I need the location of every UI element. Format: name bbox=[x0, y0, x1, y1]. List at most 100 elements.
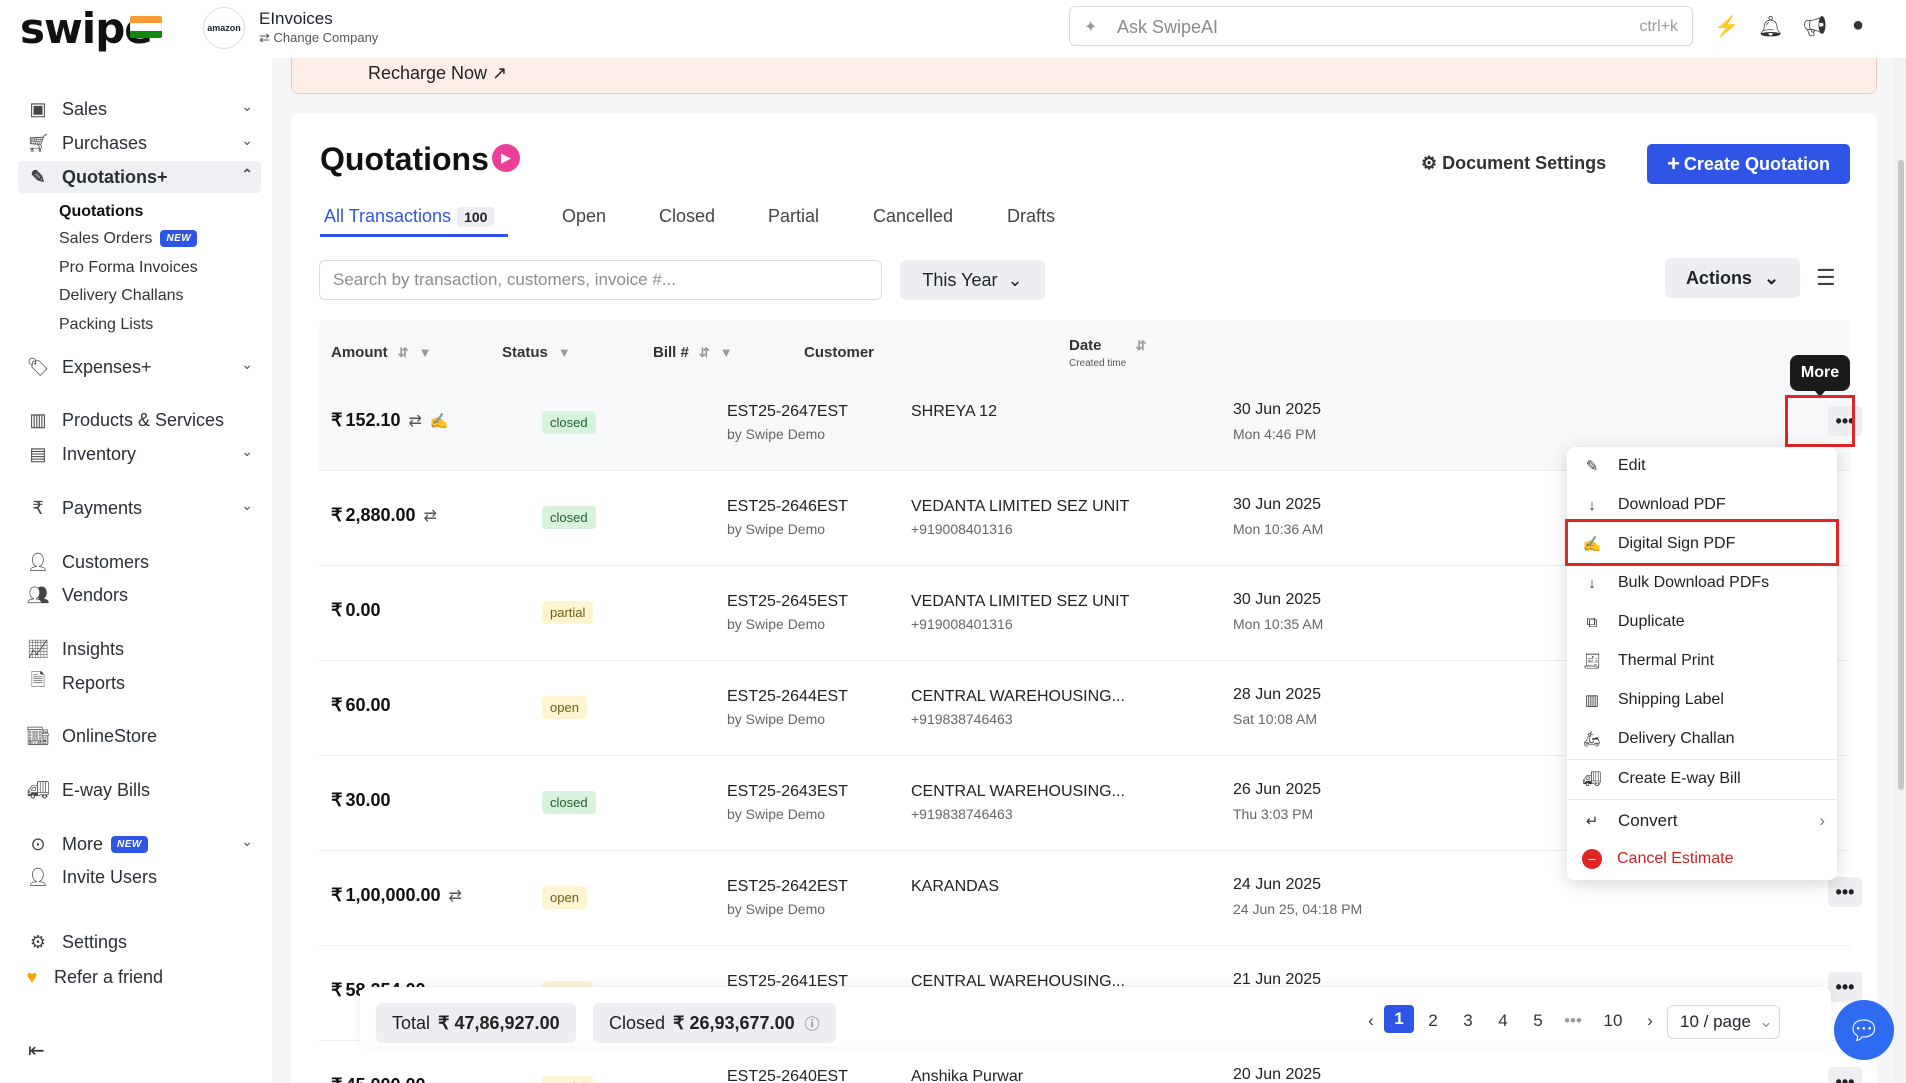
sidebar-item-invite-users[interactable]: 👤︎ Invite Users bbox=[18, 861, 261, 893]
menu-item-thermal-print[interactable]: 🧾︎ Thermal Print bbox=[1567, 643, 1837, 679]
sidebar-item-products[interactable]: ▥ Products & Services bbox=[18, 404, 261, 436]
row-customer[interactable]: CENTRAL WAREHOUSING... bbox=[911, 688, 1125, 706]
header-bill[interactable]: Bill # ⇵ ▼ bbox=[653, 344, 733, 361]
tab-partial[interactable]: Partial bbox=[768, 206, 819, 227]
sidebar-subitem-quotations[interactable]: Quotations bbox=[59, 203, 143, 221]
tab-drafts[interactable]: Drafts bbox=[1007, 206, 1055, 227]
tab-closed[interactable]: Closed bbox=[659, 206, 715, 227]
sort-icon[interactable]: ⇵ bbox=[699, 345, 710, 360]
header-date[interactable]: Date ⇵ bbox=[1069, 337, 1146, 354]
row-bill-number[interactable]: EST25-2645EST bbox=[727, 593, 848, 611]
chevron-down-icon: ⌄ bbox=[1758, 1012, 1774, 1031]
row-bill-number[interactable]: EST25-2646EST bbox=[727, 498, 848, 516]
actions-dropdown[interactable]: Actions ⌄ bbox=[1665, 258, 1800, 298]
scrollbar-thumb[interactable] bbox=[1898, 160, 1904, 790]
prev-page-button[interactable]: ‹ bbox=[1356, 1011, 1386, 1031]
row-bill-number[interactable]: EST25-2640EST bbox=[727, 1068, 848, 1083]
play-video-icon[interactable]: ▶ bbox=[492, 144, 520, 172]
sidebar-item-eway-bills[interactable]: 🚚︎ E-way Bills bbox=[18, 774, 261, 806]
row-customer[interactable]: Anshika Purwar bbox=[911, 1068, 1023, 1083]
tab-cancelled[interactable]: Cancelled bbox=[873, 206, 953, 227]
row-more-button[interactable]: ••• bbox=[1828, 972, 1862, 1002]
create-quotation-button[interactable]: + Create Quotation bbox=[1647, 144, 1850, 184]
menu-item-shipping-label[interactable]: ▥ Shipping Label bbox=[1567, 682, 1837, 718]
menu-item-bulk-download[interactable]: ↓ Bulk Download PDFs bbox=[1567, 565, 1837, 601]
row-more-button[interactable]: ••• bbox=[1828, 877, 1862, 907]
menu-item-convert[interactable]: ↵ Convert › bbox=[1567, 803, 1837, 839]
menu-item-cancel-estimate[interactable]: − Cancel Estimate bbox=[1567, 841, 1837, 877]
change-company-link[interactable]: ⇄ Change Company bbox=[259, 30, 378, 46]
sidebar-item-payments[interactable]: ₹ Payments ⌄ bbox=[18, 492, 261, 524]
sidebar-item-vendors[interactable]: 👥︎ Vendors bbox=[18, 579, 261, 611]
recharge-now-link[interactable]: Recharge Now ↗ bbox=[368, 63, 507, 84]
menu-item-download-pdf[interactable]: ↓ Download PDF bbox=[1567, 487, 1837, 523]
sidebar-item-sales[interactable]: ▣ Sales ⌄ bbox=[18, 93, 261, 125]
chat-support-button[interactable]: 💬︎ bbox=[1834, 1000, 1894, 1060]
document-settings-button[interactable]: ⚙ Document Settings bbox=[1421, 153, 1606, 174]
row-customer[interactable]: SHREYA 12 bbox=[911, 403, 997, 421]
header-amount[interactable]: Amount ⇵ ▼ bbox=[331, 344, 431, 361]
row-amount: ₹30.00 bbox=[331, 790, 391, 810]
row-bill-number[interactable]: EST25-2647EST bbox=[727, 403, 848, 421]
row-bill-number[interactable]: EST25-2644EST bbox=[727, 688, 848, 706]
chevron-down-icon: ⌄ bbox=[241, 132, 253, 148]
page-1[interactable]: 1 bbox=[1384, 1005, 1414, 1033]
sidebar-item-inventory[interactable]: ▤ Inventory ⌄ bbox=[18, 438, 261, 470]
row-customer[interactable]: VEDANTA LIMITED SEZ UNIT bbox=[911, 498, 1129, 516]
tab-open[interactable]: Open bbox=[562, 206, 606, 227]
sidebar-item-customers[interactable]: 👤︎ Customers bbox=[18, 546, 261, 578]
sidebar-item-onlinestore[interactable]: 🏬︎ OnlineStore bbox=[18, 720, 261, 752]
period-select[interactable]: This Year ⌄ bbox=[900, 260, 1045, 300]
collapse-sidebar-icon[interactable]: ⇤ bbox=[28, 1038, 45, 1063]
filter-icon[interactable]: ▼ bbox=[419, 345, 432, 360]
transaction-search-input[interactable] bbox=[320, 261, 881, 299]
signature-icon: ✍ bbox=[429, 413, 449, 430]
menu-item-duplicate[interactable]: ⧉ Duplicate bbox=[1567, 604, 1837, 640]
menu-item-delivery-challan[interactable]: 🛵︎ Delivery Challan bbox=[1567, 721, 1837, 757]
company-avatar[interactable]: amazon bbox=[203, 7, 245, 49]
page-ellipsis[interactable]: ••• bbox=[1558, 1011, 1588, 1031]
page-2[interactable]: 2 bbox=[1418, 1011, 1448, 1031]
sort-icon[interactable]: ⇵ bbox=[1136, 338, 1147, 353]
row-customer[interactable]: VEDANTA LIMITED SEZ UNIT bbox=[911, 593, 1129, 611]
sort-icon[interactable]: ⇵ bbox=[398, 345, 409, 360]
sidebar-item-purchases[interactable]: 🛒︎ Purchases ⌄ bbox=[18, 127, 261, 159]
tab-all-transactions[interactable]: All Transactions 100 bbox=[324, 206, 495, 227]
next-page-button[interactable]: › bbox=[1635, 1011, 1665, 1031]
menu-divider bbox=[1567, 759, 1837, 760]
column-settings-icon[interactable]: ☰ bbox=[1816, 265, 1836, 291]
sidebar-item-refer[interactable]: ♥ Refer a friend bbox=[18, 961, 261, 993]
sidebar-item-quotations[interactable]: ✎ Quotations+ ⌃ bbox=[18, 161, 261, 193]
menu-item-edit[interactable]: ✎ Edit bbox=[1567, 448, 1837, 484]
row-customer[interactable]: CENTRAL WAREHOUSING... bbox=[911, 783, 1125, 801]
lightning-icon[interactable]: ⚡ bbox=[1714, 14, 1739, 38]
row-bill-number[interactable]: EST25-2642EST bbox=[727, 878, 848, 896]
sidebar-item-reports[interactable]: 🗎 Reports bbox=[18, 667, 261, 699]
page-10[interactable]: 10 bbox=[1598, 1011, 1628, 1031]
menu-item-create-eway-bill[interactable]: 🚚︎ Create E-way Bill bbox=[1567, 761, 1837, 797]
row-customer[interactable]: KARANDAS bbox=[911, 878, 999, 896]
sidebar-item-settings[interactable]: ⚙ Settings bbox=[18, 926, 261, 958]
page-5[interactable]: 5 bbox=[1523, 1011, 1553, 1031]
row-bill-number[interactable]: EST25-2643EST bbox=[727, 783, 848, 801]
row-more-button[interactable]: ••• bbox=[1828, 1067, 1862, 1083]
sidebar-subitem-packing-lists[interactable]: Packing Lists bbox=[59, 316, 153, 334]
page-4[interactable]: 4 bbox=[1488, 1011, 1518, 1031]
table-row[interactable]: ₹45,000.00 partial EST25-2640EST Anshika Pu… bbox=[319, 1041, 1862, 1083]
sidebar-item-more[interactable]: ⊙ More NEW ⌄ bbox=[18, 828, 261, 860]
filter-icon[interactable]: ▼ bbox=[720, 345, 733, 360]
ask-swipeai-search[interactable]: ✦ Ask SwipeAI ctrl+k bbox=[1069, 6, 1693, 46]
info-icon[interactable]: ⓘ bbox=[805, 1013, 820, 1034]
filter-icon[interactable]: ▼ bbox=[558, 345, 571, 360]
row-created-by: by Swipe Demo bbox=[727, 521, 826, 537]
bell-icon[interactable]: 🔔︎ bbox=[1758, 14, 1783, 38]
per-page-select[interactable]: 10 / page ⌄ bbox=[1667, 1005, 1780, 1039]
user-icon[interactable]: ● bbox=[1846, 14, 1870, 38]
sidebar-subitem-pro-forma[interactable]: Pro Forma Invoices bbox=[59, 259, 198, 277]
sidebar-item-insights[interactable]: 📈︎ Insights bbox=[18, 633, 261, 665]
page-3[interactable]: 3 bbox=[1453, 1011, 1483, 1031]
megaphone-icon[interactable]: 📢︎ bbox=[1802, 14, 1827, 38]
sidebar-subitem-sales-orders[interactable]: Sales Orders NEW bbox=[59, 230, 198, 248]
sidebar-item-expenses[interactable]: 🏷︎ Expenses+ ⌄ bbox=[18, 351, 261, 383]
sidebar-subitem-delivery-challans[interactable]: Delivery Challans bbox=[59, 287, 184, 305]
